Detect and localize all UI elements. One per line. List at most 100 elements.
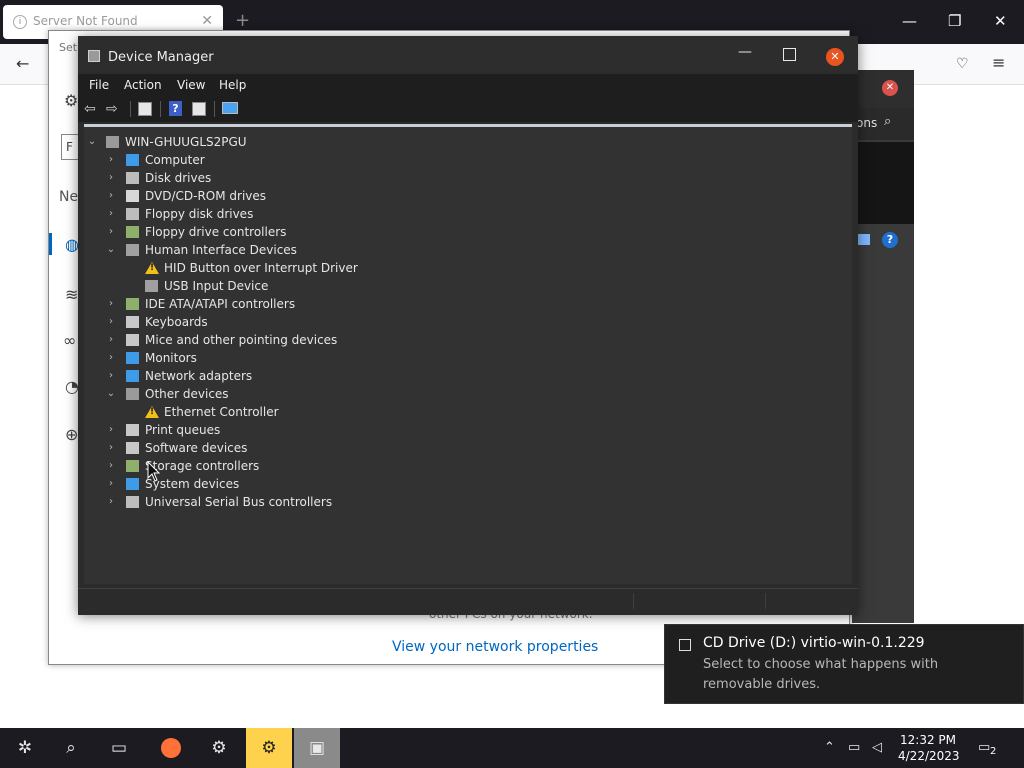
network-icon (126, 370, 139, 382)
browser-minimize-button[interactable]: — (902, 12, 917, 30)
tree-item-label: HID Button over Interrupt Driver (164, 261, 358, 275)
search-icon[interactable]: ⌕ (48, 728, 94, 768)
network-properties-link[interactable]: View your network properties (392, 639, 598, 655)
wifi-icon[interactable]: ≋ (65, 285, 78, 304)
chevron-down-icon[interactable]: ⌄ (105, 385, 117, 403)
browser-restore-button[interactable]: ❐ (948, 12, 961, 30)
menu-icon[interactable]: ≡ (992, 53, 1005, 72)
tree-item[interactable]: › Floppy drive controllers (84, 223, 784, 241)
firefox-icon[interactable] (148, 728, 194, 768)
back-arrow-icon[interactable]: ← (16, 54, 29, 73)
chevron-right-icon[interactable]: › (105, 331, 117, 349)
vpn-icon[interactable]: ∞ (63, 331, 76, 350)
warning-icon (145, 406, 159, 418)
chevron-down-icon[interactable]: ⌄ (86, 133, 98, 151)
tree-item[interactable]: › Mice and other pointing devices (84, 331, 784, 349)
tree-item-label: IDE ATA/ATAPI controllers (145, 297, 296, 311)
maximize-button[interactable] (783, 48, 796, 61)
tree-item[interactable]: › Storage controllers (84, 457, 784, 475)
globe-icon[interactable]: ◍ (65, 235, 79, 254)
update-driver-icon[interactable] (192, 102, 206, 116)
minimize-button[interactable]: — (738, 44, 752, 60)
pocket-icon[interactable]: ♡ (956, 56, 969, 72)
chevron-right-icon[interactable]: › (105, 421, 117, 439)
chevron-right-icon[interactable]: › (105, 475, 117, 493)
new-tab-button[interactable]: + (235, 10, 250, 31)
tree-item[interactable]: › Software devices (84, 439, 784, 457)
chevron-right-icon[interactable]: › (105, 493, 117, 511)
tree-root[interactable]: ⌄ WIN-GHUUGLS2PGU (84, 133, 784, 151)
control-panel-icon[interactable]: ⚙ (246, 728, 292, 768)
clock[interactable]: 12:32 PM 4/22/2023 (898, 732, 960, 764)
browser-close-button[interactable]: ✕ (994, 12, 1007, 30)
menu-view[interactable]: View (177, 78, 205, 92)
task-view-icon[interactable]: ▭ (96, 728, 142, 768)
proxy-globe-icon[interactable]: ⊕ (65, 425, 78, 444)
tree-item[interactable]: › System devices (84, 475, 784, 493)
device-manager-taskbar-icon[interactable]: ▣ (294, 728, 340, 768)
chevron-right-icon[interactable]: › (105, 169, 117, 187)
tree-item[interactable]: ⌄ Human Interface Devices (84, 241, 784, 259)
search-icon[interactable]: ⌕ (884, 114, 891, 129)
tree-item-label: Software devices (145, 441, 248, 455)
floppy-icon (126, 208, 139, 220)
chevron-up-icon[interactable]: ⌃ (824, 728, 835, 768)
tab-close-icon[interactable]: ✕ (201, 13, 213, 29)
tree-item[interactable]: › Disk drives (84, 169, 784, 187)
menu-action[interactable]: Action (124, 78, 162, 92)
chevron-right-icon[interactable]: › (105, 223, 117, 241)
dialog-close-button[interactable]: ✕ (882, 80, 898, 96)
tree-item[interactable]: › IDE ATA/ATAPI controllers (84, 295, 784, 313)
controller-icon (126, 298, 139, 310)
tree-item[interactable]: › Monitors (84, 349, 784, 367)
scan-hardware-icon[interactable] (222, 102, 238, 114)
chevron-right-icon[interactable]: › (105, 205, 117, 223)
network-tray-icon[interactable]: ▭ (848, 728, 860, 768)
tree-item[interactable]: › Print queues (84, 421, 784, 439)
settings-icon[interactable]: ⚙ (196, 728, 242, 768)
tree-item[interactable]: › Floppy disk drives (84, 205, 784, 223)
menu-file[interactable]: File (89, 78, 109, 92)
back-icon[interactable]: ⇦ (84, 101, 96, 117)
forward-icon[interactable]: ⇨ (106, 101, 118, 117)
chevron-right-icon[interactable]: › (105, 439, 117, 457)
dialog-panel (852, 142, 914, 224)
tree-item[interactable]: Ethernet Controller (84, 403, 784, 421)
tree-item[interactable]: ⌄ Other devices (84, 385, 784, 403)
volume-icon[interactable]: ◁ (872, 728, 882, 768)
tree-item-label: Network adapters (145, 369, 253, 383)
window-title: Device Manager (108, 50, 214, 65)
chevron-right-icon[interactable]: › (105, 349, 117, 367)
gear-icon: ⚙ (64, 91, 79, 110)
clock-time: 12:32 PM (900, 733, 956, 747)
tab-title: Server Not Found (33, 14, 138, 28)
tree-item-label: Storage controllers (145, 459, 260, 473)
tree-item[interactable]: HID Button over Interrupt Driver (84, 259, 784, 277)
chevron-right-icon[interactable]: › (105, 295, 117, 313)
toolbar-separator (214, 101, 215, 117)
chevron-right-icon[interactable]: › (105, 151, 117, 169)
toast-body: Select to choose what happens with remov… (703, 657, 939, 692)
device-manager-title-bar: Device Manager — ✕ (78, 36, 858, 72)
tree-item[interactable]: › Keyboards (84, 313, 784, 331)
tree-item[interactable]: › Universal Serial Bus controllers (84, 493, 784, 511)
tree-item[interactable]: › DVD/CD-ROM drives (84, 187, 784, 205)
tree-item[interactable]: USB Input Device (84, 277, 784, 295)
autoplay-toast[interactable]: CD Drive (D:) virtio-win-0.1.229 Select … (664, 624, 1024, 704)
chevron-down-icon[interactable]: ⌄ (105, 241, 117, 259)
data-usage-icon[interactable]: ◔ (65, 377, 79, 396)
menu-help[interactable]: Help (219, 78, 246, 92)
notification-icon[interactable]: ▭ (978, 728, 990, 768)
properties-icon[interactable] (138, 102, 152, 116)
help-toolbar-icon[interactable]: ? (169, 101, 182, 116)
tree-item[interactable]: › Network adapters (84, 367, 784, 385)
chevron-right-icon[interactable]: › (105, 187, 117, 205)
chevron-right-icon[interactable]: › (105, 367, 117, 385)
help-icon[interactable]: ? (882, 232, 898, 248)
tree-item[interactable]: › Computer (84, 151, 784, 169)
chevron-right-icon[interactable]: › (105, 457, 117, 475)
status-bar (78, 588, 858, 615)
chevron-right-icon[interactable]: › (105, 313, 117, 331)
close-button[interactable]: ✕ (826, 48, 844, 66)
start-icon[interactable]: ✲ (2, 728, 48, 768)
